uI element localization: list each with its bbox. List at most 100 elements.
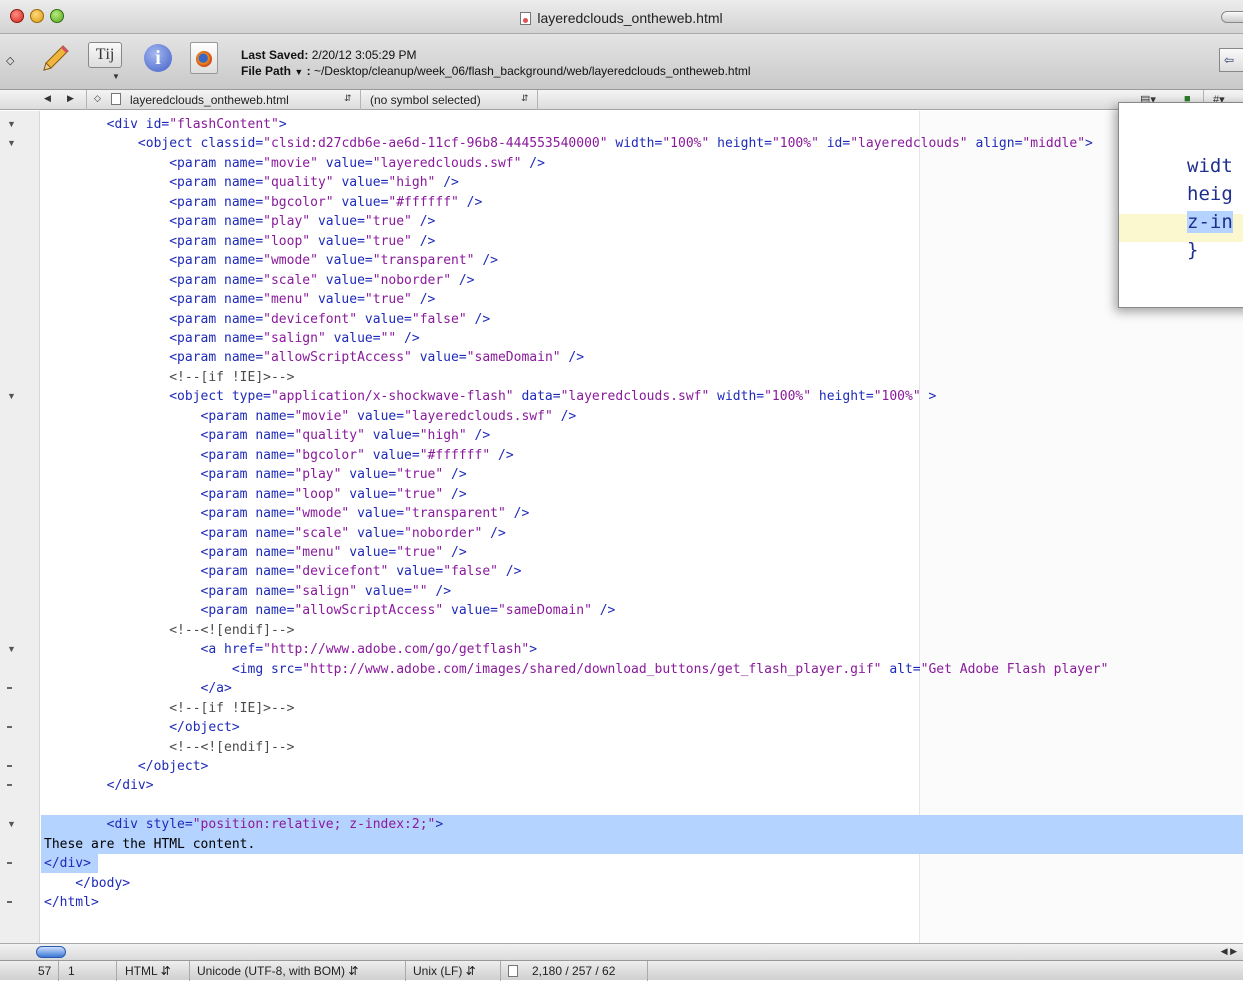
code-token: value xyxy=(451,603,491,619)
file-navigation-popup[interactable]: layeredclouds_ontheweb.html xyxy=(130,93,289,107)
code-line[interactable]: <param name="bgcolor" value="#ffffff" /> xyxy=(44,195,482,210)
code-line[interactable]: <param name="bgcolor" value="#ffffff" /> xyxy=(44,448,514,463)
pencil-icon[interactable] xyxy=(38,42,72,76)
fold-end-icon[interactable] xyxy=(7,722,12,728)
code-line[interactable]: <img src = "http://www.adobe.com/images/sh… xyxy=(44,662,1109,677)
fold-end-icon[interactable] xyxy=(7,761,12,767)
chevron-down-icon[interactable]: ▼ xyxy=(294,67,303,77)
file-path[interactable]: File Path ▼ : ~/Desktop/cleanup/week_06/… xyxy=(241,63,751,80)
code-line[interactable]: <a href="http://www.adobe.com/go/getflas… xyxy=(44,642,538,658)
scroll-arrows-icon[interactable]: ◀ ▶ xyxy=(1221,946,1237,957)
code-token: /> xyxy=(482,525,506,541)
scrollbar-thumb[interactable] xyxy=(36,946,66,958)
fold-triangle-icon[interactable] xyxy=(7,391,16,402)
code-line[interactable]: <param name="allowScriptAccess" value="s… xyxy=(44,350,584,365)
code-token: /> xyxy=(451,272,475,288)
code-line[interactable]: <param name="salign" value="" /> xyxy=(44,583,452,599)
code-line[interactable]: </html> xyxy=(44,895,99,910)
encoding-popup[interactable]: Unicode (UTF-8, with BOM) ⇵ xyxy=(197,964,358,978)
code-line[interactable]: <param name="movie" value="layeredclouds… xyxy=(44,156,545,171)
line-gutter[interactable] xyxy=(0,111,40,943)
code-token: "allowScriptAccess" xyxy=(263,350,412,366)
overlapping-editor-window[interactable]: widt heig z-in } xyxy=(1118,102,1243,308)
code-line[interactable]: <object classid="clsid:d27cdb6e-ae6d-11c… xyxy=(44,136,1093,151)
code-line[interactable]: <div style="position:relative; z-index:2… xyxy=(44,817,444,832)
updown-arrows-icon[interactable]: ⇵ xyxy=(344,93,352,104)
code-line[interactable]: </div> xyxy=(44,778,154,793)
code-line[interactable]: <param name="wmode" value="transparent" … xyxy=(44,506,530,521)
code-token: href xyxy=(224,642,256,658)
language-popup[interactable]: HTML ⇵ xyxy=(125,964,171,978)
code-line[interactable]: <!--[if !IE]>--> xyxy=(44,701,294,716)
code-line[interactable]: <param name="menu" value="true" /> xyxy=(44,545,467,560)
toolbar-toggle-button[interactable] xyxy=(1221,11,1243,23)
code-line[interactable]: <param name="devicefont" value="false" /… xyxy=(44,564,522,579)
code-line[interactable]: <param name="menu" value="true" /> xyxy=(44,292,435,307)
code-token: /> xyxy=(458,194,483,210)
code-token: = xyxy=(357,233,365,249)
text-options-button[interactable]: Tĳ xyxy=(88,42,122,68)
code-line[interactable]: <param name="loop" value="true" /> xyxy=(44,487,467,502)
forward-arrow-icon[interactable]: ▶ xyxy=(67,93,74,104)
cursor-column[interactable]: 1 xyxy=(68,964,75,978)
fold-triangle-icon[interactable] xyxy=(7,644,16,655)
horizontal-scrollbar[interactable]: ◀ ▶ xyxy=(0,943,1243,960)
overlay-line: widt xyxy=(1187,155,1233,177)
code-line[interactable]: </a> xyxy=(44,681,232,696)
code-line[interactable]: <object type="application/x-shockwave-fl… xyxy=(44,389,936,404)
info-icon[interactable]: i xyxy=(144,44,172,72)
code-line[interactable]: <param name="quality" value="high" /> xyxy=(44,428,491,444)
code-text[interactable]: <div id="flashContent"> <object classid=… xyxy=(44,115,1108,913)
code-token: <param xyxy=(44,155,225,171)
code-line[interactable]: <!--<![endif]--> xyxy=(44,740,294,755)
chevron-down-icon[interactable]: ▼ xyxy=(112,72,120,81)
code-line[interactable]: <param name="salign" value="" /> xyxy=(44,331,420,346)
code-line[interactable]: <!--[if !IE]>--> xyxy=(44,370,294,385)
code-line[interactable]: <param name="scale" value="noborder" /> xyxy=(44,526,506,541)
code-token: </body> xyxy=(44,875,131,891)
code-line[interactable]: <param name="play" value="true" /> xyxy=(44,467,467,482)
fold-end-icon[interactable] xyxy=(7,780,12,786)
code-token: = xyxy=(255,272,264,288)
code-editor[interactable]: <div id="flashContent"> <object classid=… xyxy=(0,111,1243,943)
code-token: /> xyxy=(443,544,467,560)
code-token: = xyxy=(404,311,412,327)
overlay-code: widt heig z-in } xyxy=(1187,152,1233,264)
code-line[interactable]: <param name="play" value="true" /> xyxy=(44,214,435,229)
code-line[interactable]: <!--<![endif]--> xyxy=(44,623,294,638)
code-line[interactable]: </div> xyxy=(44,856,91,871)
preview-in-browser-icon[interactable] xyxy=(190,42,218,74)
code-token: "scale" xyxy=(263,272,318,288)
code-token: = xyxy=(865,389,874,405)
fold-end-icon[interactable] xyxy=(7,683,12,689)
code-line[interactable]: <div id="flashContent"> xyxy=(44,117,287,132)
code-line[interactable]: <param name="loop" value="true" /> xyxy=(44,234,435,249)
code-token: <param xyxy=(44,447,256,463)
code-token: value xyxy=(364,583,405,599)
fold-triangle-icon[interactable] xyxy=(7,819,16,830)
fold-triangle-icon[interactable] xyxy=(7,119,16,130)
toolbar-right-icon[interactable]: ⇦ xyxy=(1219,48,1243,72)
fold-end-icon[interactable] xyxy=(7,897,12,903)
code-token: /> xyxy=(466,428,491,444)
code-line[interactable]: These are the HTML content. xyxy=(44,837,255,852)
back-arrow-icon[interactable]: ◀ xyxy=(44,93,51,104)
line-endings-popup[interactable]: Unix (LF) ⇵ xyxy=(413,964,476,978)
code-token: <param xyxy=(44,214,225,230)
code-line[interactable]: <param name="wmode" value="transparent" … xyxy=(44,253,498,268)
fold-end-icon[interactable] xyxy=(7,858,12,864)
code-line[interactable]: <param name="quality" value="high" /> xyxy=(44,175,459,190)
code-line[interactable]: <param name="devicefont" value="false" /… xyxy=(44,312,490,327)
code-line[interactable]: <param name="movie" value="layeredclouds… xyxy=(44,409,577,424)
updown-arrows-icon[interactable]: ⇵ xyxy=(521,93,529,104)
cursor-line[interactable]: 57 xyxy=(38,964,51,978)
code-line[interactable]: </object> xyxy=(44,759,208,774)
code-line[interactable]: <param name="allowScriptAccess" value="s… xyxy=(44,603,616,619)
toolbar-menu-diamond-icon[interactable]: ◇ xyxy=(6,54,14,67)
symbol-popup[interactable]: (no symbol selected) xyxy=(370,93,481,107)
code-line[interactable]: </object> xyxy=(44,720,239,735)
fold-triangle-icon[interactable] xyxy=(7,138,16,149)
code-line[interactable]: </body> xyxy=(44,876,130,891)
code-line[interactable]: <param name="scale" value="noborder" /> xyxy=(44,272,475,288)
